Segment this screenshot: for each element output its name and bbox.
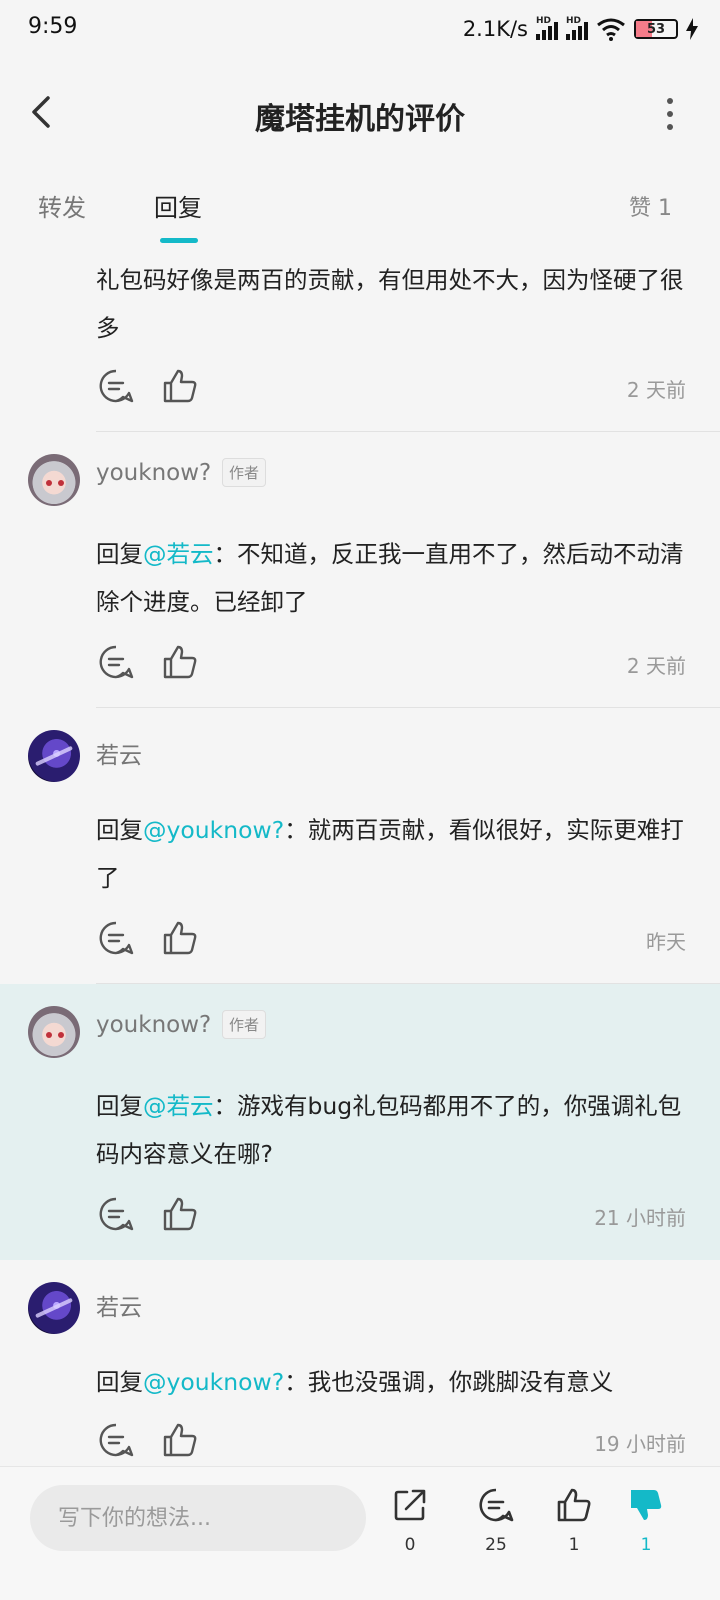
bottom-bar: 0 25 1 1	[0, 1466, 720, 1600]
reply-icon[interactable]	[98, 1196, 134, 1232]
comment-time: 2 天前	[626, 654, 686, 678]
comment-time: 19 小时前	[594, 1432, 686, 1456]
wifi-icon	[597, 18, 625, 41]
like-count: 1	[568, 1535, 580, 1555]
author-badge: 作者	[222, 1010, 267, 1039]
dislike-button[interactable]: 1	[616, 1487, 676, 1555]
network-speed: 2.1K/s	[462, 17, 528, 41]
battery-icon: 53	[634, 19, 678, 39]
status-bar: 9:59 2.1K/s HD HD 53	[0, 0, 720, 60]
comment-text: 回复@youknow?：就两百贡献，看似很好，实际更难打了	[96, 816, 684, 892]
comment-item: 若云 回复@youknow?：就两百贡献，看似很好，实际更难打了 昨天	[0, 708, 720, 984]
reply-icon[interactable]	[98, 368, 134, 404]
comment-item: 礼包码好像是两百的贡献，有但用处不大，因为怪硬了很多 2 天前	[0, 250, 720, 432]
avatar[interactable]	[28, 454, 80, 506]
reply-icon[interactable]	[98, 920, 134, 956]
comment-text: 礼包码好像是两百的贡献，有但用处不大，因为怪硬了很多	[96, 266, 684, 342]
signal-icon: HD	[566, 16, 588, 40]
comment-time: 21 小时前	[594, 1206, 686, 1230]
share-button[interactable]: 0	[380, 1487, 440, 1555]
page-title: 魔塔挂机的评价	[255, 102, 465, 137]
clock: 9:59	[28, 14, 78, 39]
tab-reply[interactable]: 回复	[154, 188, 202, 223]
like-icon[interactable]	[162, 368, 198, 404]
avatar[interactable]	[28, 1282, 80, 1334]
like-icon[interactable]	[162, 920, 198, 956]
reply-icon[interactable]	[98, 644, 134, 680]
comment-actions: 2 天前	[96, 368, 686, 408]
username[interactable]: 若云	[96, 736, 142, 770]
comment-text: 回复@若云：不知道，反正我一直用不了，然后动不动清除个进度。已经卸了	[96, 540, 684, 616]
comment-icon	[479, 1488, 514, 1522]
comment-text: 回复@youknow?：我也没强调，你跳脚没有意义	[96, 1368, 614, 1396]
comment-actions: 19 小时前	[96, 1422, 686, 1462]
dislike-count: 1	[640, 1535, 652, 1555]
like-icon[interactable]	[162, 644, 198, 680]
app-header: 魔塔挂机的评价	[0, 60, 720, 170]
mention-link[interactable]: @youknow?	[143, 1368, 284, 1396]
signal-icon: HD	[536, 16, 558, 40]
tab-forward[interactable]: 转发	[38, 188, 86, 223]
username[interactable]: 若云	[96, 1288, 142, 1322]
more-options-icon[interactable]	[664, 96, 676, 132]
avatar[interactable]	[28, 1006, 80, 1058]
username[interactable]: youknow?	[96, 460, 211, 486]
comment-actions: 2 天前	[96, 644, 686, 684]
comment-input-box[interactable]	[30, 1485, 366, 1551]
tab-likes[interactable]: 赞 1	[629, 190, 672, 222]
mention-link[interactable]: @若云	[143, 540, 214, 568]
author-badge: 作者	[222, 458, 267, 487]
thumbs-up-icon	[557, 1488, 591, 1522]
reply-icon[interactable]	[98, 1422, 134, 1458]
comment-item: 若云 回复@youknow?：我也没强调，你跳脚没有意义 19 小时前	[0, 1260, 720, 1466]
comment-time: 昨天	[646, 930, 686, 954]
charging-icon	[686, 18, 698, 40]
like-icon[interactable]	[162, 1196, 198, 1232]
comment-item-highlighted: youknow? 作者 回复@若云：游戏有bug礼包码都用不了的，你强调礼包码内…	[0, 984, 720, 1260]
avatar[interactable]	[28, 730, 80, 782]
status-icons: 2.1K/s HD HD 53	[463, 14, 698, 44]
comment-input[interactable]	[30, 1485, 366, 1551]
like-button[interactable]: 1	[544, 1487, 604, 1555]
comment-count: 25	[485, 1535, 507, 1555]
comment-actions: 昨天	[96, 920, 686, 960]
tab-active-indicator	[160, 238, 198, 243]
mention-link[interactable]: @若云	[143, 1092, 214, 1120]
comment-time: 2 天前	[626, 378, 686, 402]
comment-actions: 21 小时前	[96, 1196, 686, 1236]
share-icon	[394, 1489, 426, 1521]
comment-item: youknow? 作者 回复@若云：不知道，反正我一直用不了，然后动不动清除个进…	[0, 432, 720, 708]
comment-text: 回复@若云：游戏有bug礼包码都用不了的，你强调礼包码内容意义在哪?	[96, 1092, 682, 1168]
share-count: 0	[404, 1535, 416, 1555]
tab-bar: 转发 回复 赞 1	[0, 170, 720, 250]
like-icon[interactable]	[162, 1422, 198, 1458]
thumbs-down-icon	[631, 1490, 662, 1520]
comment-button[interactable]: 25	[466, 1487, 526, 1555]
username[interactable]: youknow?	[96, 1012, 211, 1038]
mention-link[interactable]: @youknow?	[143, 816, 284, 844]
